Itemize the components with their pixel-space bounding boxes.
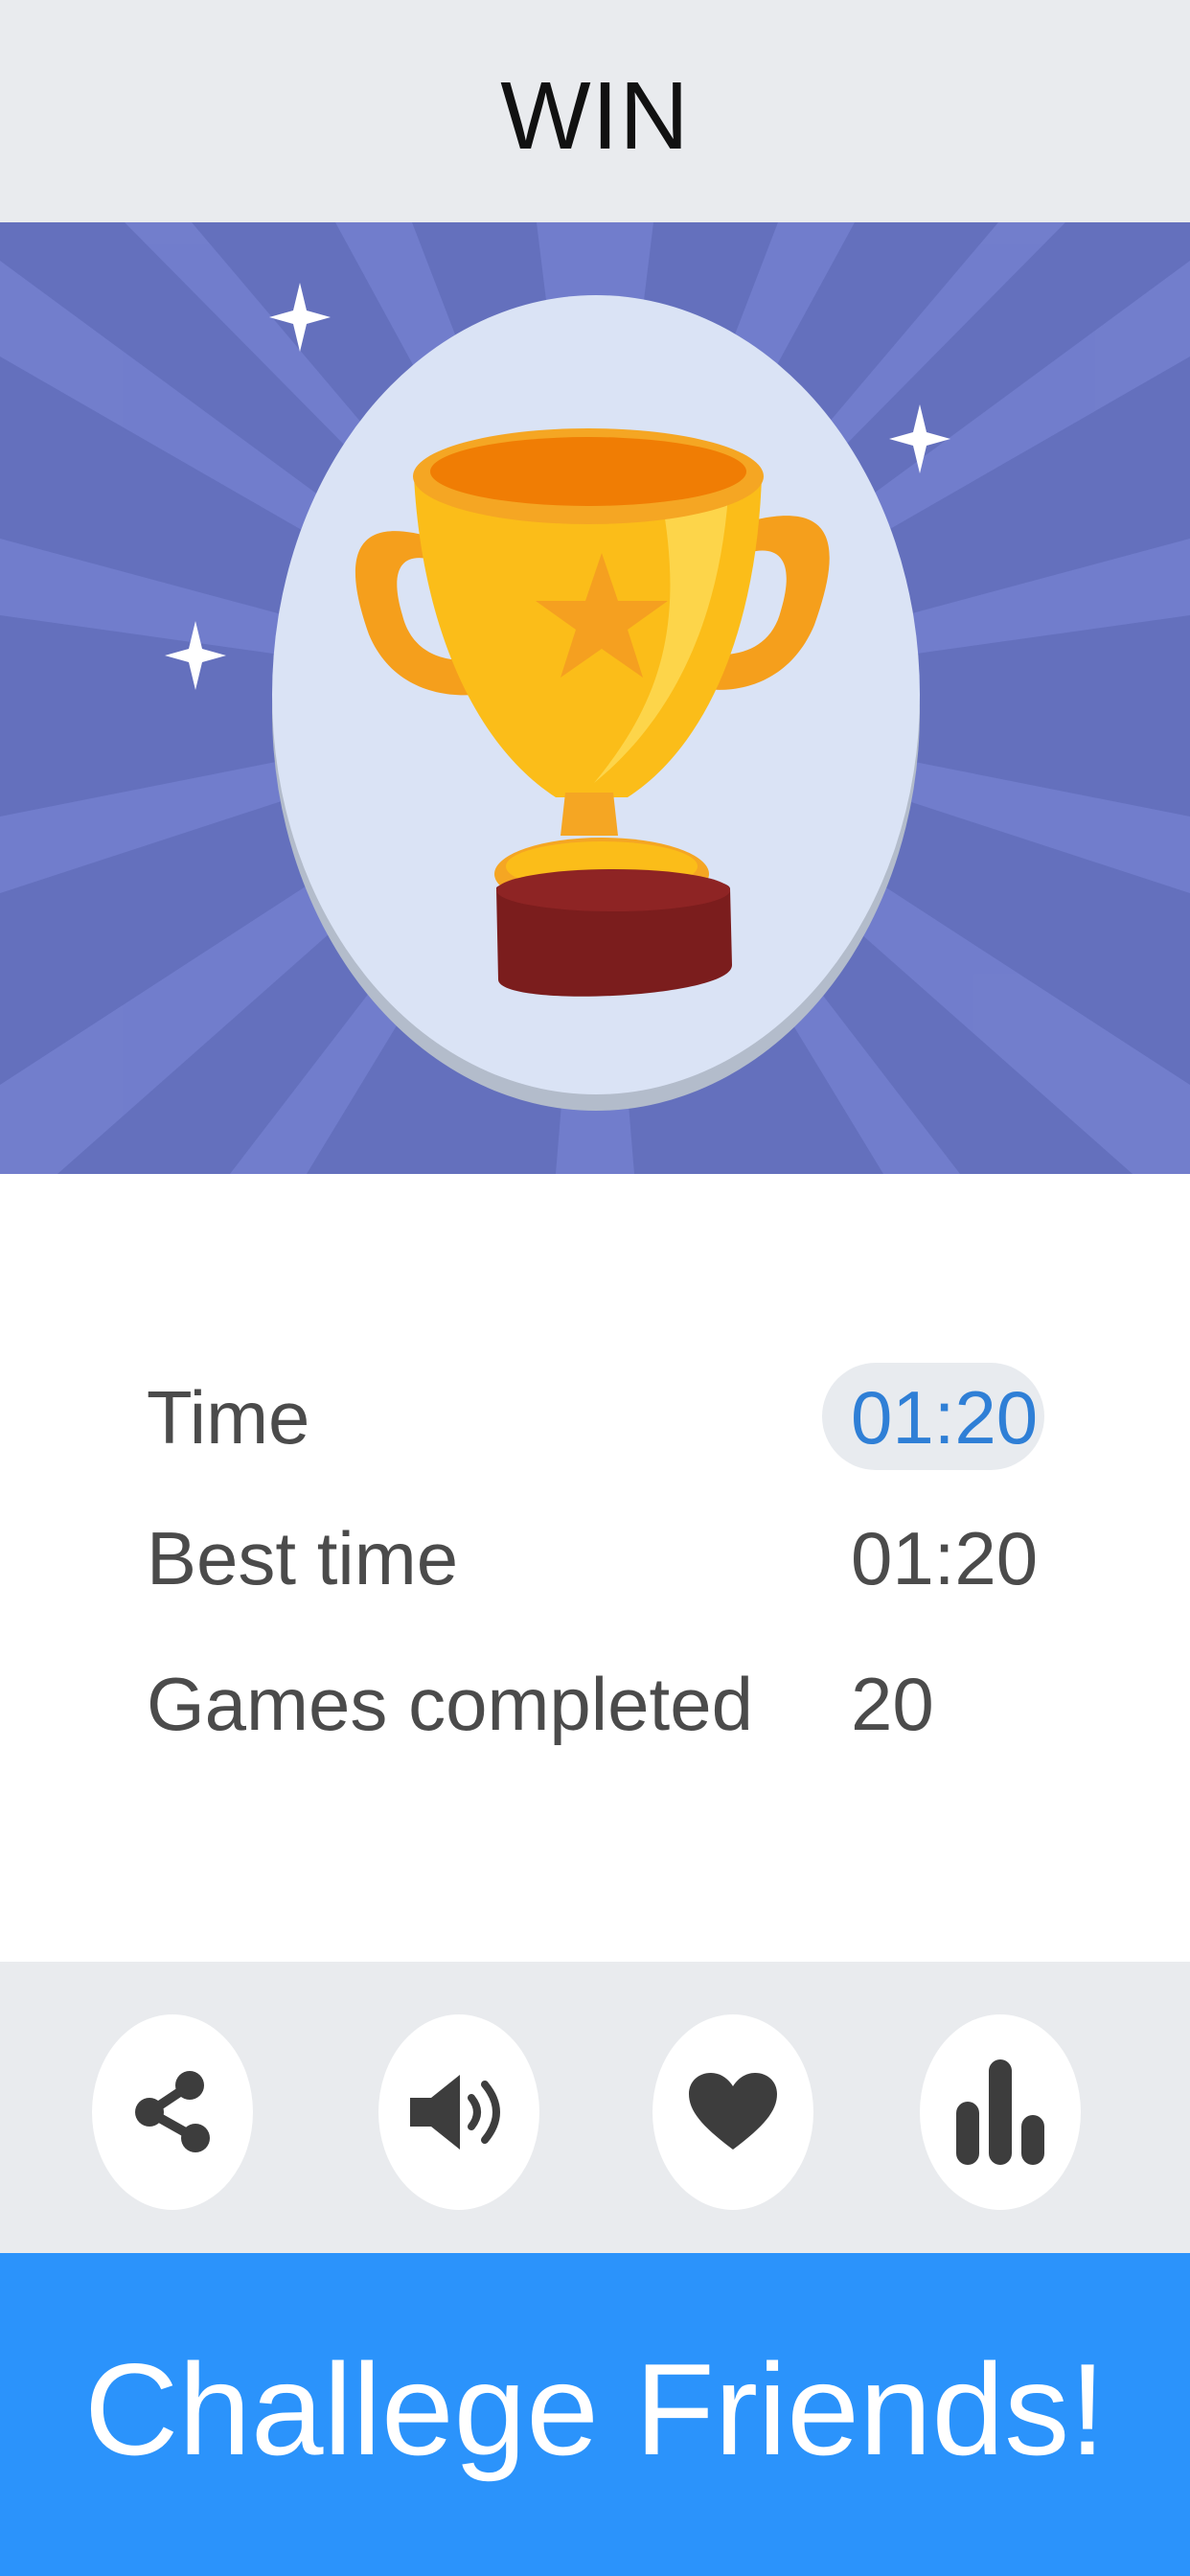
stat-label-time: Time (147, 1375, 310, 1460)
page-title: WIN (500, 61, 690, 170)
share-button[interactable] (92, 2014, 253, 2210)
stat-label-games-completed: Games completed (147, 1662, 753, 1746)
challenge-friends-label: Challege Friends! (84, 2335, 1106, 2482)
stat-label-best-time: Best time (147, 1516, 459, 1600)
heart-icon (689, 2073, 777, 2150)
trophy-illustration (0, 222, 1190, 1174)
sound-icon (410, 2075, 500, 2150)
stat-value-best-time: 01:20 (851, 1516, 1039, 1600)
stats-button[interactable] (920, 2014, 1081, 2210)
trophy-banner (0, 222, 1190, 1174)
stat-value-time: 01:20 (851, 1375, 1039, 1460)
favorite-button[interactable] (652, 2014, 813, 2210)
header: WIN (0, 0, 1190, 222)
challenge-friends-button[interactable]: Challege Friends! (0, 2253, 1190, 2576)
sound-button[interactable] (378, 2014, 539, 2210)
stats-panel: Time 01:20 Best time 01:20 Games complet… (0, 1174, 1190, 1962)
stat-value-games-completed: 20 (851, 1662, 934, 1746)
share-icon (135, 2071, 210, 2152)
stats-icon (956, 2059, 1044, 2165)
action-toolbar (0, 1962, 1190, 2253)
